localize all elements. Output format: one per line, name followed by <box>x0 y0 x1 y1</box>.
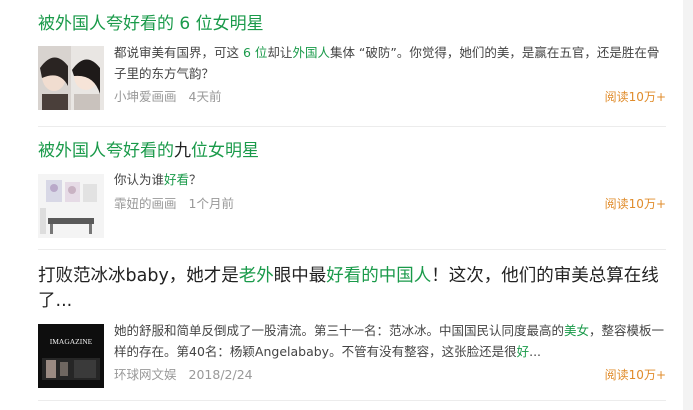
result-text: 你认为谁好看？ 霏妞的画画 1个月前 阅读10万+ <box>114 169 666 214</box>
title-text: 打败范冰冰baby，她才是 <box>38 266 239 286</box>
result-snippet: 她的舒服和简单反倒成了一股清流。第三十一名：范冰冰。中国国民认同度最高的美女，整… <box>114 323 665 359</box>
result-divider <box>38 126 666 127</box>
title-highlight: 中国人 <box>378 266 432 286</box>
result-item: 被外国人夸好看的九位女明星 你认为谁好看？ 霏妞的画画 1个月前 阅读10万+ <box>38 140 666 238</box>
title-text: 眼中最 <box>273 266 327 286</box>
result-title-link[interactable]: 被外国人夸好看的九位女明星 <box>38 140 666 162</box>
magazine-title: IMAGAZINE <box>50 337 93 346</box>
read-count[interactable]: 阅读10万+ <box>605 194 666 214</box>
result-thumbnail[interactable]: IMAGAZINE <box>38 324 104 388</box>
room-photo-icon <box>38 174 104 238</box>
result-time: 2018/2/24 <box>188 367 253 382</box>
result-source[interactable]: 小坤爱画画 <box>114 89 177 104</box>
title-text: 九 <box>174 141 191 161</box>
read-count[interactable]: 阅读10万+ <box>605 365 666 385</box>
result-body: IMAGAZINE 她的舒服和简单反倒成了一股清流。第三十一名：范冰冰。中国国民… <box>38 320 666 388</box>
page: 被外国人夸好看的 6 位女明星 都说审美有国界，可这 6 位却让外国人集体 “破… <box>0 0 693 410</box>
magazine-cover-icon: IMAGAZINE <box>38 324 104 388</box>
title-number: 6 <box>179 14 191 34</box>
result-text: 都说审美有国界，可这 6 位却让外国人集体 “破防”。你觉得，她们的美，是赢在五… <box>114 42 666 107</box>
read-count[interactable]: 阅读10万+ <box>605 87 666 107</box>
result-time: 1个月前 <box>188 196 234 211</box>
result-divider <box>38 400 666 401</box>
result-title-link[interactable]: 被外国人夸好看的 6 位女明星 <box>38 13 666 35</box>
results-panel: 被外国人夸好看的 6 位女明星 都说审美有国界，可这 6 位却让外国人集体 “破… <box>0 0 683 410</box>
result-body: 你认为谁好看？ 霏妞的画画 1个月前 阅读10万+ <box>38 169 666 238</box>
title-highlight: 被外国人夸好看的 <box>38 14 180 34</box>
title-highlight: 老外 <box>238 266 274 286</box>
result-meta: 霏妞的画画 1个月前 阅读10万+ <box>114 194 666 214</box>
portrait-photo-icon <box>38 46 104 110</box>
result-snippet: 你认为谁好看？ <box>114 172 202 187</box>
result-thumbnail[interactable] <box>38 174 104 238</box>
title-highlight: 好看的 <box>326 266 379 286</box>
result-title-link[interactable]: 打败范冰冰baby，她才是老外眼中最好看的中国人！这次，他们的审美总算在线了..… <box>38 264 666 314</box>
result-item: 打败范冰冰baby，她才是老外眼中最好看的中国人！这次，他们的审美总算在线了..… <box>38 264 666 388</box>
result-text: 她的舒服和简单反倒成了一股清流。第三十一名：范冰冰。中国国民认同度最高的美女，整… <box>114 320 666 385</box>
title-highlight: 被外国人夸好看的 <box>38 141 174 161</box>
result-meta: 小坤爱画画 4天前 阅读10万+ <box>114 87 666 107</box>
title-highlight: 位女明星 <box>190 14 264 34</box>
page-scrollbar[interactable] <box>683 0 693 410</box>
result-snippet: 都说审美有国界，可这 6 位却让外国人集体 “破防”。你觉得，她们的美，是赢在五… <box>114 45 660 81</box>
result-source[interactable]: 环球网文娱 <box>114 367 177 382</box>
result-item: 被外国人夸好看的 6 位女明星 都说审美有国界，可这 6 位却让外国人集体 “破… <box>38 13 666 110</box>
result-thumbnail[interactable] <box>38 46 104 110</box>
title-highlight: 位女明星 <box>191 141 259 161</box>
result-meta: 环球网文娱 2018/2/24 阅读10万+ <box>114 365 666 385</box>
result-body: 都说审美有国界，可这 6 位却让外国人集体 “破防”。你觉得，她们的美，是赢在五… <box>38 42 666 110</box>
result-time: 4天前 <box>188 89 222 104</box>
result-divider <box>38 249 666 250</box>
result-source[interactable]: 霏妞的画画 <box>114 196 177 211</box>
